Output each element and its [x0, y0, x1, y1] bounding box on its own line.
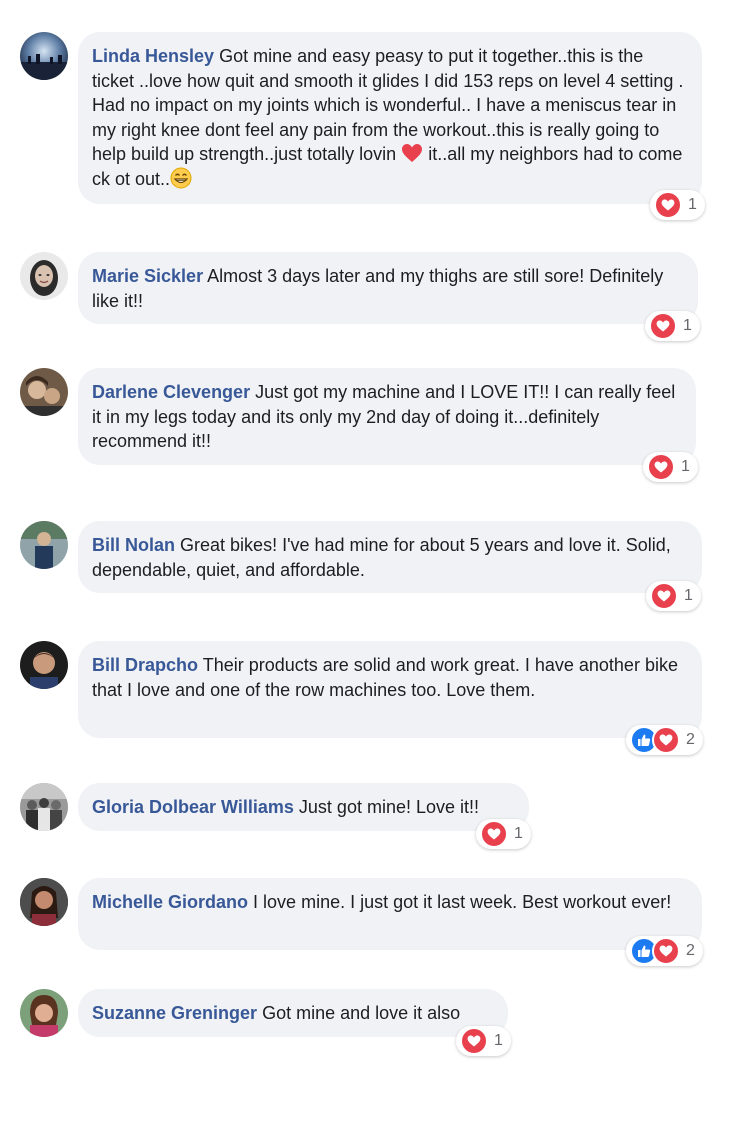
comment-author[interactable]: Linda Hensley — [92, 46, 214, 66]
avatar-image — [20, 878, 68, 926]
reaction-summary[interactable]: 1 — [643, 452, 698, 482]
reaction-count: 1 — [683, 317, 692, 334]
comment-author[interactable]: Suzanne Greninger — [92, 1003, 257, 1023]
love-reaction-icon — [480, 820, 508, 848]
reaction-count: 1 — [688, 196, 697, 213]
avatar[interactable] — [20, 878, 68, 926]
comment-bubble: Marie Sickler Almost 3 days later and my… — [78, 252, 698, 324]
avatar[interactable] — [20, 32, 68, 80]
reaction-summary[interactable]: 2 — [626, 725, 703, 755]
comment-bubble: Gloria Dolbear Williams Just got mine! L… — [78, 783, 529, 831]
comment-author[interactable]: Bill Drapcho — [92, 655, 198, 675]
avatar-image — [20, 32, 68, 80]
comment-author[interactable]: Bill Nolan — [92, 535, 175, 555]
love-reaction-icon — [652, 726, 680, 754]
avatar[interactable] — [20, 989, 68, 1037]
grinning-face-emoji-icon — [170, 167, 192, 189]
comment-text: Just got mine! Love it!! — [298, 797, 480, 817]
comment-bubble: Bill Drapcho Their products are solid an… — [78, 641, 702, 738]
love-reaction-icon — [460, 1027, 488, 1055]
avatar[interactable] — [20, 783, 68, 831]
love-reaction-icon — [654, 191, 682, 219]
love-reaction-icon — [652, 937, 680, 965]
comment-bubble: Bill Nolan Great bikes! I've had mine fo… — [78, 521, 702, 593]
comment-bubble: Michelle Giordano I love mine. I just go… — [78, 878, 702, 950]
reaction-count: 1 — [514, 825, 523, 842]
reaction-count: 2 — [686, 942, 695, 959]
avatar-image — [20, 783, 68, 831]
reaction-count: 1 — [684, 587, 693, 604]
avatar-image — [20, 989, 68, 1037]
reaction-count: 1 — [494, 1032, 503, 1049]
comment-bubble: Linda Hensley Got mine and easy peasy to… — [78, 32, 702, 204]
avatar-image — [20, 252, 68, 300]
reaction-summary[interactable]: 1 — [646, 581, 701, 611]
comment-text: Got mine and love it also — [262, 1003, 461, 1023]
red-heart-emoji-icon — [401, 143, 423, 163]
avatar[interactable] — [20, 252, 68, 300]
love-reaction-icon — [649, 312, 677, 340]
avatar[interactable] — [20, 521, 68, 569]
reaction-summary[interactable]: 2 — [626, 936, 703, 966]
reaction-summary[interactable]: 1 — [456, 1026, 511, 1056]
avatar[interactable] — [20, 368, 68, 416]
reaction-count: 1 — [681, 458, 690, 475]
comment-author[interactable]: Darlene Clevenger — [92, 382, 250, 402]
reaction-summary[interactable]: 1 — [476, 819, 531, 849]
comment-author[interactable]: Marie Sickler — [92, 266, 203, 286]
reaction-summary[interactable]: 1 — [645, 311, 700, 341]
avatar-image — [20, 641, 68, 689]
reaction-summary[interactable]: 1 — [650, 190, 705, 220]
comment-bubble: Suzanne Greninger Got mine and love it a… — [78, 989, 508, 1037]
comment-bubble: Darlene Clevenger Just got my machine an… — [78, 368, 696, 465]
avatar[interactable] — [20, 641, 68, 689]
avatar-image — [20, 521, 68, 569]
comment-author[interactable]: Gloria Dolbear Williams — [92, 797, 294, 817]
comment-text: I love mine. I just got it last week. Be… — [253, 892, 672, 912]
reaction-count: 2 — [686, 731, 695, 748]
comment-text: Great bikes! I've had mine for about 5 y… — [92, 535, 671, 580]
avatar-image — [20, 368, 68, 416]
love-reaction-icon — [647, 453, 675, 481]
love-reaction-icon — [650, 582, 678, 610]
comment-author[interactable]: Michelle Giordano — [92, 892, 248, 912]
